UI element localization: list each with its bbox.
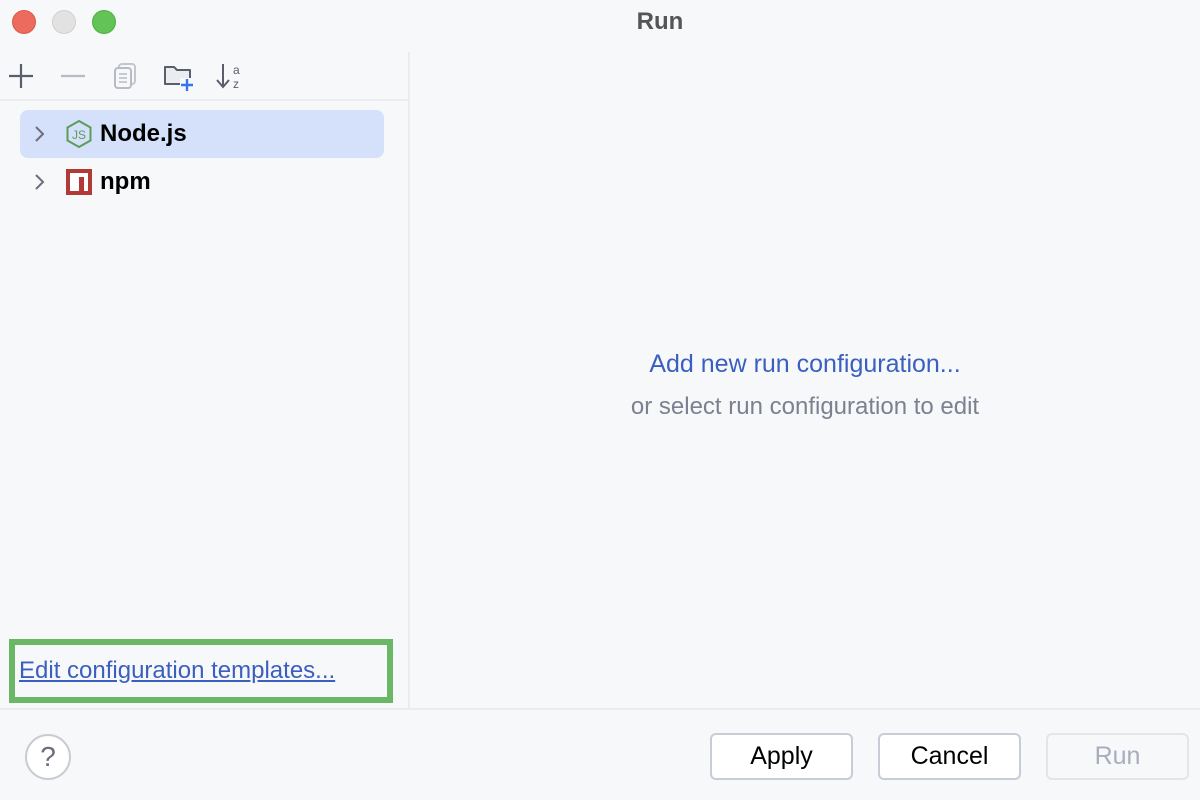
svg-text:JS: JS — [72, 128, 86, 142]
new-folder-icon[interactable] — [162, 60, 194, 92]
tree-item-label: npm — [100, 168, 151, 195]
cancel-button[interactable]: Cancel — [878, 733, 1021, 780]
chevron-right-icon[interactable] — [22, 125, 56, 143]
edit-configuration-templates-link[interactable]: Edit configuration templates... — [19, 657, 335, 685]
help-button[interactable]: ? — [25, 734, 71, 780]
copy-icon[interactable] — [109, 60, 141, 92]
title-bar: Run — [0, 0, 1200, 44]
footer-divider — [0, 708, 1200, 710]
nodejs-icon: JS — [64, 119, 94, 149]
edit-templates-highlight: Edit configuration templates... — [9, 639, 393, 703]
window-title: Run — [636, 8, 684, 35]
sort-alphabetically-icon[interactable]: a z — [214, 60, 246, 92]
svg-text:z: z — [233, 77, 239, 91]
chevron-right-icon[interactable] — [22, 173, 56, 191]
remove-icon[interactable] — [57, 60, 89, 92]
panel-divider[interactable] — [408, 52, 410, 708]
apply-button[interactable]: Apply — [710, 733, 853, 780]
svg-text:a: a — [233, 63, 240, 77]
tree-item-nodejs[interactable]: JS Node.js — [20, 110, 384, 158]
run-button[interactable]: Run — [1046, 733, 1189, 780]
select-configuration-hint: or select run configuration to edit — [630, 393, 980, 420]
add-icon[interactable] — [5, 60, 37, 92]
configuration-toolbar: a z — [0, 52, 408, 101]
tree-item-npm[interactable]: npm — [20, 158, 384, 206]
npm-icon — [64, 167, 94, 197]
tree-item-label: Node.js — [100, 120, 187, 147]
question-mark-icon: ? — [40, 741, 56, 772]
add-new-run-configuration-link[interactable]: Add new run configuration... — [410, 350, 1200, 379]
